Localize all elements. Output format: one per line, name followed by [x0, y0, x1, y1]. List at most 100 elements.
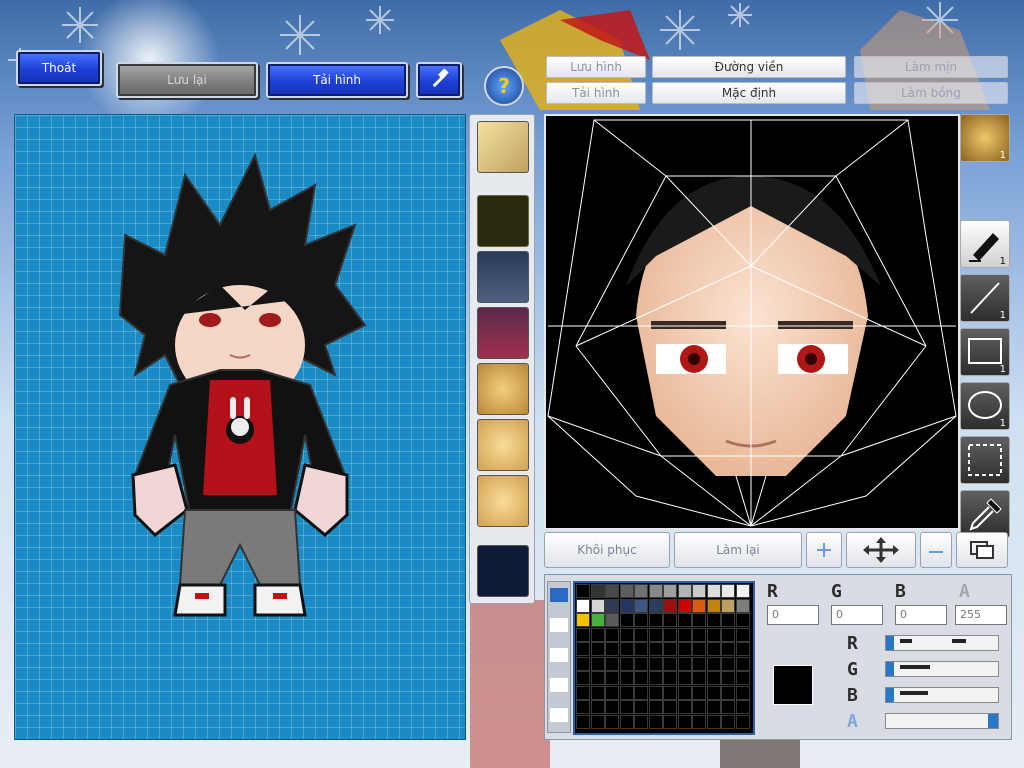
face-editor-canvas[interactable] — [544, 114, 960, 530]
palette-swatch[interactable] — [735, 714, 750, 729]
save-button[interactable]: Lưu lại — [116, 62, 258, 98]
palette-swatch[interactable] — [663, 627, 677, 642]
zoom-in-button[interactable] — [806, 532, 842, 568]
palette-swatch[interactable] — [576, 613, 590, 627]
palette-swatch[interactable] — [619, 613, 634, 627]
palette-swatch[interactable] — [692, 584, 706, 598]
palette-swatch[interactable] — [619, 671, 634, 685]
palette-swatch[interactable] — [735, 584, 750, 598]
palette-swatch[interactable] — [721, 700, 735, 714]
palette-swatch[interactable] — [619, 714, 634, 729]
palette-swatch[interactable] — [605, 627, 619, 642]
palette-swatch[interactable] — [692, 627, 706, 642]
layer-item[interactable] — [550, 708, 568, 722]
palette-swatch[interactable] — [735, 642, 750, 656]
face-thumb-button[interactable]: 1 — [960, 114, 1010, 162]
palette-swatch[interactable] — [648, 584, 663, 598]
palette-swatch[interactable] — [721, 598, 735, 613]
alpha-value-field[interactable]: 255 — [955, 605, 1007, 625]
reload-button[interactable]: Tải hình — [266, 62, 408, 98]
palette-swatch[interactable] — [648, 700, 663, 714]
palette-swatch[interactable] — [605, 671, 619, 685]
palette-swatch[interactable] — [634, 598, 648, 613]
thumb-face-2[interactable] — [477, 419, 529, 471]
palette-swatch[interactable] — [735, 685, 750, 700]
palette-swatch[interactable] — [576, 584, 590, 598]
pen-tool-button[interactable]: 1 — [960, 220, 1010, 268]
palette-swatch[interactable] — [677, 714, 692, 729]
palette-swatch[interactable] — [605, 685, 619, 700]
palette-swatch[interactable] — [706, 613, 721, 627]
tab-smooth[interactable]: Làm mịn — [854, 56, 1008, 78]
palette-swatch[interactable] — [706, 714, 721, 729]
palette-swatch[interactable] — [590, 700, 605, 714]
palette-swatch[interactable] — [576, 700, 590, 714]
palette-swatch[interactable] — [590, 584, 605, 598]
palette-swatch[interactable] — [735, 700, 750, 714]
palette-swatch[interactable] — [634, 685, 648, 700]
palette-swatch[interactable] — [605, 700, 619, 714]
palette-swatch[interactable] — [735, 656, 750, 671]
layer-active[interactable] — [550, 588, 568, 602]
palette-swatch[interactable] — [576, 685, 590, 700]
palette-swatch[interactable] — [721, 714, 735, 729]
palette-swatch[interactable] — [692, 700, 706, 714]
palette-swatch[interactable] — [619, 700, 634, 714]
palette-swatch[interactable] — [721, 685, 735, 700]
palette-swatch[interactable] — [721, 613, 735, 627]
palette-swatch[interactable] — [721, 642, 735, 656]
palette-swatch[interactable] — [648, 656, 663, 671]
palette-swatch[interactable] — [576, 598, 590, 613]
palette-swatch[interactable] — [677, 656, 692, 671]
character-canvas[interactable] — [14, 114, 466, 740]
palette-swatch[interactable] — [663, 685, 677, 700]
palette-swatch[interactable] — [648, 671, 663, 685]
palette-swatch[interactable] — [619, 627, 634, 642]
thumb-face-1[interactable] — [477, 363, 529, 415]
palette-swatch[interactable] — [605, 656, 619, 671]
palette-swatch[interactable] — [619, 642, 634, 656]
palette-swatch[interactable] — [605, 714, 619, 729]
palette-swatch[interactable] — [576, 627, 590, 642]
zoom-out-button[interactable] — [920, 532, 952, 568]
palette-swatch[interactable] — [721, 627, 735, 642]
palette-swatch[interactable] — [677, 671, 692, 685]
palette-swatch[interactable] — [590, 671, 605, 685]
palette-swatch[interactable] — [634, 642, 648, 656]
palette-swatch[interactable] — [663, 598, 677, 613]
palette-swatch[interactable] — [692, 714, 706, 729]
palette-swatch[interactable] — [605, 584, 619, 598]
palette-swatch[interactable] — [706, 685, 721, 700]
palette-swatch[interactable] — [590, 613, 605, 627]
tab-shading[interactable]: Làm bóng — [854, 82, 1008, 104]
palette-swatch[interactable] — [648, 613, 663, 627]
palette-swatch[interactable] — [677, 642, 692, 656]
palette-swatch[interactable] — [692, 671, 706, 685]
palette-swatch[interactable] — [648, 598, 663, 613]
palette-swatch[interactable] — [634, 627, 648, 642]
palette-swatch[interactable] — [663, 656, 677, 671]
palette-swatch[interactable] — [663, 700, 677, 714]
layer-item[interactable] — [550, 618, 568, 632]
thumb-dark[interactable] — [477, 545, 529, 597]
palette-swatch[interactable] — [735, 613, 750, 627]
palette-swatch[interactable] — [634, 700, 648, 714]
hammer-button[interactable] — [416, 62, 462, 98]
help-button[interactable]: ? — [484, 66, 524, 106]
blue-slider[interactable] — [885, 687, 999, 703]
palette-swatch[interactable] — [619, 685, 634, 700]
palette-swatch[interactable] — [576, 656, 590, 671]
thumb-hair[interactable] — [477, 121, 529, 173]
palette-swatch[interactable] — [692, 598, 706, 613]
palette-swatch[interactable] — [605, 642, 619, 656]
palette-swatch[interactable] — [735, 671, 750, 685]
palette-swatch[interactable] — [721, 671, 735, 685]
red-slider[interactable] — [885, 635, 999, 651]
rect-tool-button[interactable]: 1 — [960, 328, 1010, 376]
layer-item[interactable] — [550, 648, 568, 662]
palette-swatch[interactable] — [619, 656, 634, 671]
thumb-empty[interactable] — [477, 195, 529, 247]
palette-swatch[interactable] — [634, 656, 648, 671]
palette-swatch[interactable] — [634, 671, 648, 685]
palette-swatch[interactable] — [663, 613, 677, 627]
